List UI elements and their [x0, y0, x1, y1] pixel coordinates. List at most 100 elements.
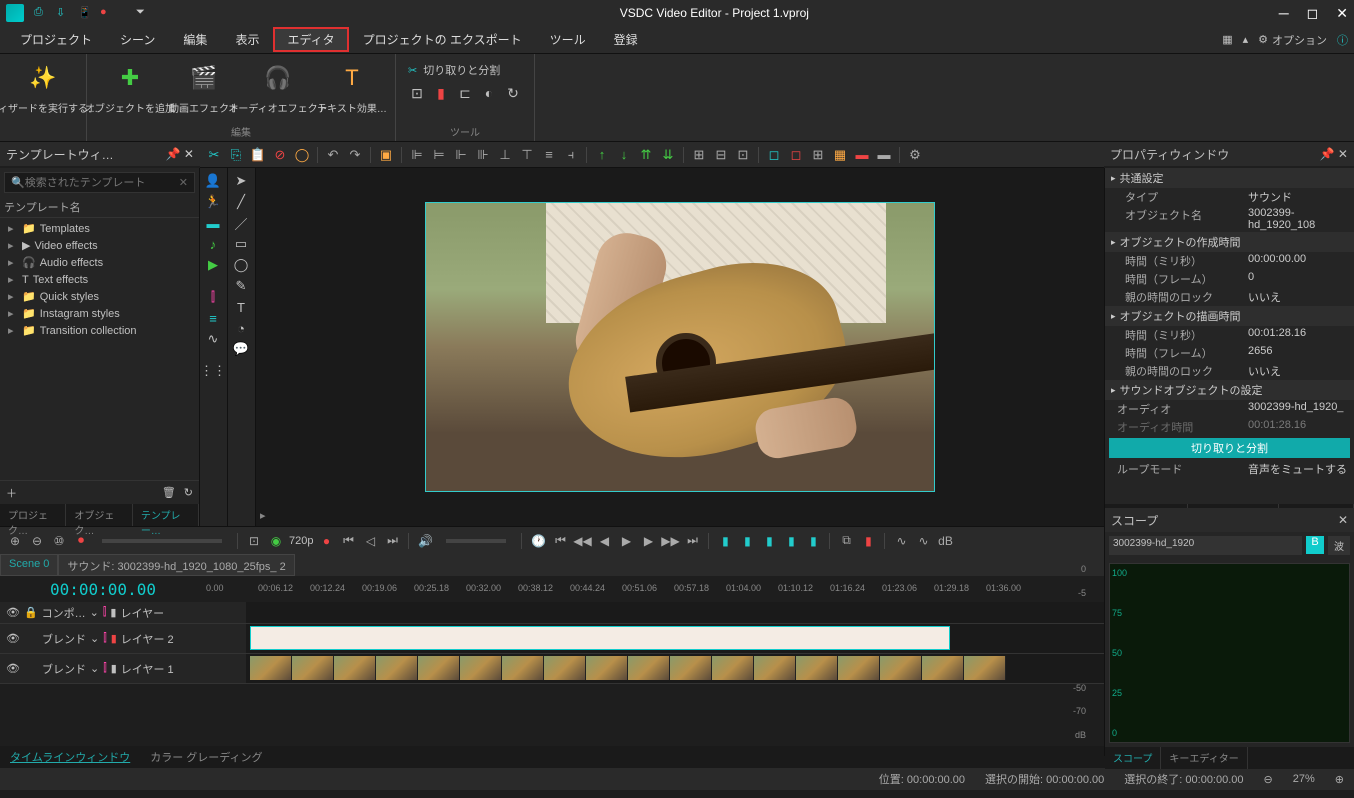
wifi-icon[interactable]: ⏷: [136, 6, 150, 20]
align-icon[interactable]: ⊫: [407, 145, 427, 165]
rewind-icon[interactable]: ◀◀: [573, 532, 591, 550]
line-icon[interactable]: ╱: [230, 193, 252, 211]
tool-icon[interactable]: ⋮⋮: [202, 362, 224, 380]
menu-editor[interactable]: エディタ: [273, 27, 348, 52]
menu-project[interactable]: プロジェクト: [6, 27, 106, 52]
group-icon[interactable]: ⊟: [711, 145, 731, 165]
100-icon[interactable]: ⑩: [50, 532, 68, 550]
clock-icon[interactable]: 🕐: [529, 532, 547, 550]
layer-header[interactable]: 👁 ブレンド⌄⫿▮ レイヤー 1: [0, 654, 246, 683]
delete-icon[interactable]: ⊘: [270, 145, 290, 165]
tool-icon[interactable]: 🏃: [202, 193, 224, 211]
scope-source[interactable]: 3002399-hd_1920: [1109, 536, 1302, 555]
rotate-icon[interactable]: ↻: [504, 84, 522, 102]
eye-icon[interactable]: 👁: [6, 662, 20, 675]
text-icon[interactable]: T: [230, 298, 252, 316]
add-object-button[interactable]: ✚ オブジェクトを追加: [95, 58, 165, 115]
lock-icon[interactable]: 🔒: [24, 606, 38, 619]
cut-split-button[interactable]: 切り取りと分割: [1109, 438, 1350, 458]
tool-icon[interactable]: ▶: [202, 256, 224, 274]
arrow-up-icon[interactable]: ↑: [592, 145, 612, 165]
tool-icon[interactable]: ⊡: [408, 84, 426, 102]
align-icon[interactable]: ⊨: [429, 145, 449, 165]
fast-fwd-icon[interactable]: ▶▶: [661, 532, 679, 550]
panel-tab[interactable]: スコープ: [1105, 747, 1161, 769]
tooltip-icon[interactable]: ◔: [230, 319, 252, 337]
align-icon[interactable]: ⊩: [451, 145, 471, 165]
text-effects-button[interactable]: T テキスト効果…: [317, 58, 387, 115]
clear-icon[interactable]: ✕: [179, 176, 188, 189]
rec-icon[interactable]: ●: [317, 532, 335, 550]
chat-icon[interactable]: 💬: [230, 340, 252, 358]
audio-effects-button[interactable]: 🎧 オーディオエフェクト: [243, 58, 313, 115]
layer-header[interactable]: 👁 ブレンド⌄⫿▮ レイヤー 2: [0, 624, 246, 653]
fit-icon[interactable]: ⊡: [245, 532, 263, 550]
panel-tab[interactable]: キーエディター: [1161, 747, 1247, 769]
bottom-tab[interactable]: カラー グレーディング: [140, 746, 272, 768]
scene-tab[interactable]: Scene 0: [0, 554, 58, 576]
scene-tab[interactable]: サウンド: 3002399-hd_1920_1080_25fps_ 2: [58, 554, 294, 576]
close-icon[interactable]: ✕: [1338, 513, 1348, 527]
wave-icon[interactable]: ∿: [914, 532, 932, 550]
prop-section[interactable]: 共通設定: [1105, 168, 1354, 188]
bottom-tab[interactable]: タイムラインウィンドウ: [0, 746, 140, 768]
tree-item[interactable]: ▸▶Video effects: [4, 237, 195, 254]
marker-icon[interactable]: ▬: [852, 145, 872, 165]
skip-end-icon[interactable]: ⏭: [383, 532, 401, 550]
marker-icon[interactable]: ▮: [859, 532, 877, 550]
cut-split-label[interactable]: 切り取りと分割: [423, 62, 500, 78]
quality-icon[interactable]: ◉: [267, 532, 285, 550]
arrow-down-icon[interactable]: ↓: [614, 145, 634, 165]
options-label[interactable]: オプション: [1272, 32, 1327, 48]
align-icon[interactable]: ⊥: [495, 145, 515, 165]
marker-icon[interactable]: ◻: [786, 145, 806, 165]
panel-tab[interactable]: オブジェク…: [66, 504, 132, 526]
expand-icon[interactable]: ▸: [260, 509, 266, 522]
preview-frame[interactable]: [425, 202, 935, 492]
arrow-bottom-icon[interactable]: ⇊: [658, 145, 678, 165]
wave-icon[interactable]: ∿: [892, 532, 910, 550]
cursor-icon[interactable]: ➤: [230, 172, 252, 190]
panel-tab[interactable]: テンプレー…: [133, 504, 199, 526]
align-icon[interactable]: ≡: [539, 145, 559, 165]
scope-mode[interactable]: 波: [1328, 536, 1350, 555]
menu-tools[interactable]: ツール: [536, 27, 600, 52]
menu-export[interactable]: プロジェクトの エクスポート: [349, 27, 536, 52]
chevron-up-icon[interactable]: ▴: [1243, 33, 1249, 46]
marker-icon[interactable]: ◻: [764, 145, 784, 165]
pin-icon[interactable]: 📌 ✕: [166, 147, 194, 161]
group-icon[interactable]: ⊡: [733, 145, 753, 165]
marker-icon[interactable]: ▮: [760, 532, 778, 550]
marker-icon[interactable]: ▬: [874, 145, 894, 165]
pin-icon[interactable]: 📌 ✕: [1320, 147, 1348, 161]
zoom-in-icon[interactable]: ⊕: [1335, 773, 1344, 786]
arrow-top-icon[interactable]: ⇈: [636, 145, 656, 165]
volume-icon[interactable]: 🔊: [416, 532, 434, 550]
tool-icon[interactable]: ≡: [202, 309, 224, 327]
db-icon[interactable]: dB: [936, 532, 954, 550]
marker-icon[interactable]: ▮: [738, 532, 756, 550]
tool-icon[interactable]: 👤: [202, 172, 224, 190]
tree-item[interactable]: ▸📁Instagram styles: [4, 305, 195, 322]
resolution-label[interactable]: 720p: [289, 535, 313, 547]
gear-icon[interactable]: ⚙: [1258, 33, 1268, 46]
trash-icon[interactable]: 🗑: [162, 486, 176, 499]
ellipse-icon[interactable]: ◯: [230, 256, 252, 274]
crop-icon[interactable]: ⊏: [456, 84, 474, 102]
record-icon[interactable]: ⏺: [72, 532, 90, 550]
tool-icon[interactable]: ▮: [432, 84, 450, 102]
align-icon[interactable]: ⊤: [517, 145, 537, 165]
zoom-slider[interactable]: [102, 539, 222, 543]
tree-item[interactable]: ▸📁Quick styles: [4, 288, 195, 305]
menu-edit[interactable]: 編集: [169, 27, 221, 52]
prev-icon[interactable]: ◁: [361, 532, 379, 550]
qat-icon[interactable]: ⎙: [34, 6, 48, 20]
record-icon[interactable]: ●: [100, 6, 114, 20]
skip-first-icon[interactable]: ⏮: [551, 532, 569, 550]
add-icon[interactable]: ＋: [6, 485, 17, 501]
tool-icon[interactable]: ∿: [202, 330, 224, 348]
wizard-button[interactable]: ✨ ウィザードを実行する…: [8, 58, 78, 115]
qat-icon[interactable]: ⇩: [56, 6, 70, 20]
layout-icon[interactable]: ▦: [1222, 33, 1232, 46]
tree-item[interactable]: ▸TText effects: [4, 271, 195, 288]
